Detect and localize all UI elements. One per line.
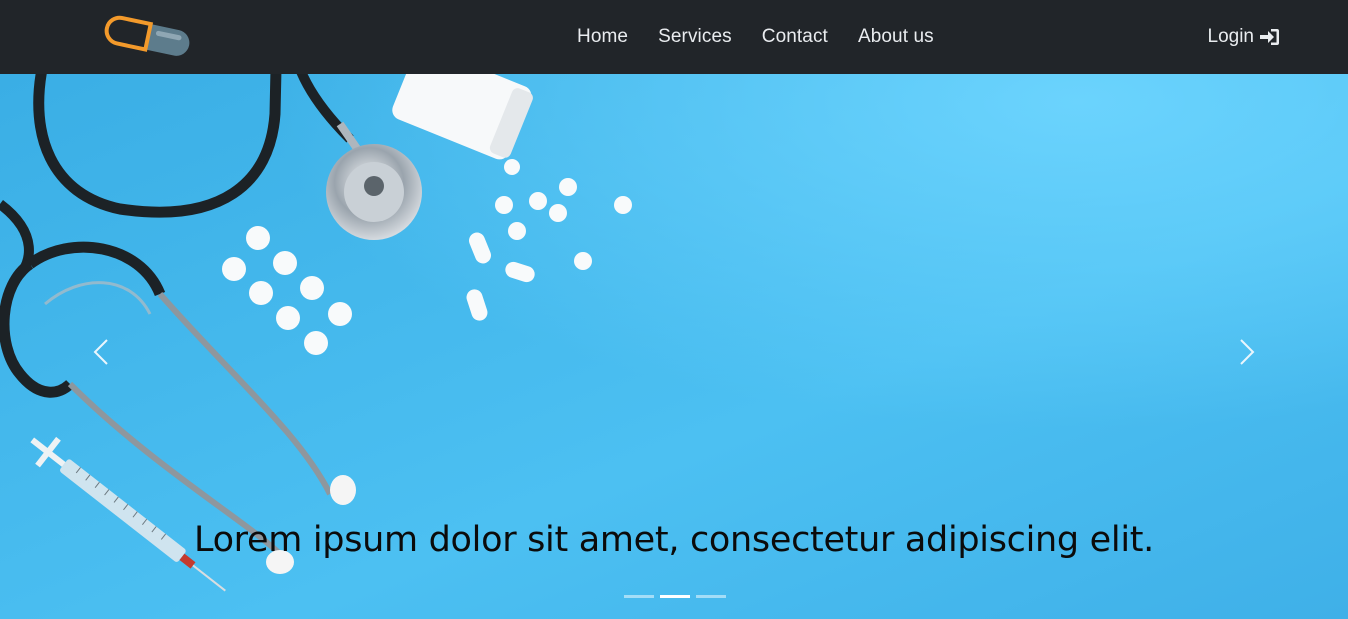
chevron-right-icon — [1240, 339, 1255, 365]
chevron-left-icon — [93, 339, 108, 365]
carousel-indicators — [624, 595, 732, 598]
carousel-prev-button[interactable] — [86, 332, 116, 372]
nav-links: Home Services Contact About us — [577, 0, 964, 74]
sign-in-icon — [1260, 29, 1279, 45]
carousel-indicator-1[interactable] — [624, 595, 654, 598]
nav-home[interactable]: Home — [577, 26, 628, 48]
carousel-indicator-3[interactable] — [696, 595, 726, 598]
login-label: Login — [1207, 26, 1255, 47]
carousel-next-button[interactable] — [1232, 332, 1262, 372]
login-button[interactable]: Login — [1208, 0, 1281, 74]
nav-about-us[interactable]: About us — [858, 26, 934, 48]
nav-services[interactable]: Services — [658, 26, 732, 48]
carousel-indicator-2[interactable] — [660, 595, 690, 598]
navbar: Home Services Contact About us Login — [0, 0, 1348, 74]
carousel-caption: Lorem ipsum dolor sit amet, consectetur … — [193, 520, 1154, 560]
hero-carousel: Lorem ipsum dolor sit amet, consectetur … — [0, 74, 1348, 619]
nav-contact[interactable]: Contact — [762, 26, 828, 48]
pill-capsule-icon[interactable] — [100, 12, 198, 62]
